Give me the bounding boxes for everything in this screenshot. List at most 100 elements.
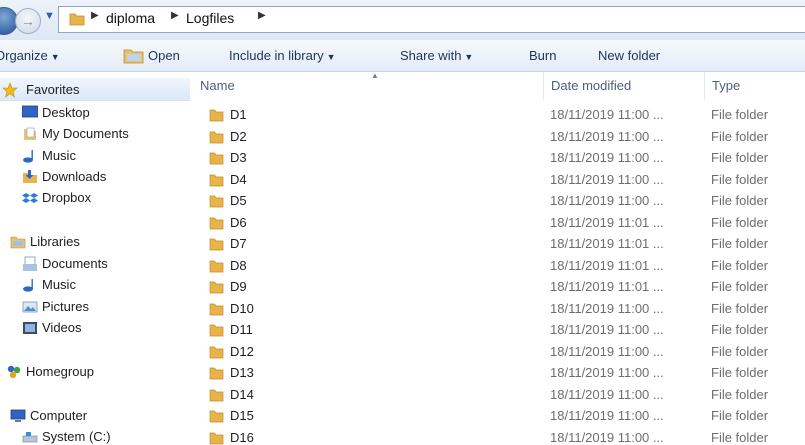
nav-dropbox-label: Dropbox bbox=[42, 190, 92, 205]
nav-libraries-label: Libraries bbox=[30, 234, 80, 249]
sort-ascending-icon: ▲ bbox=[371, 72, 379, 80]
star-icon bbox=[2, 82, 18, 98]
file-type: File folder bbox=[711, 128, 769, 144]
file-type: File folder bbox=[711, 214, 769, 230]
file-type: File folder bbox=[711, 408, 769, 423]
command-bar: Organize ▼ Open Include in library ▼ Share… bbox=[0, 40, 805, 72]
column-header-date-modified[interactable]: Date modified bbox=[551, 78, 631, 93]
folder-icon bbox=[209, 260, 224, 272]
nav-lib-videos-label: Videos bbox=[42, 320, 82, 335]
folder-icon bbox=[209, 281, 224, 294]
file-name: D12 bbox=[230, 343, 254, 359]
address-field[interactable]: ▶ diploma ▶ Logfiles ▶ bbox=[58, 6, 805, 33]
burn-button[interactable]: Burn bbox=[529, 48, 556, 63]
open-folder-icon bbox=[123, 49, 144, 64]
table-row[interactable]: D2 18/11/2019 11:00 ... File folder bbox=[192, 126, 805, 147]
file-date-modified: 18/11/2019 11:01 ... bbox=[550, 257, 664, 273]
nav-computer-label: Computer bbox=[30, 408, 88, 423]
desktop-icon bbox=[22, 105, 38, 118]
file-date-modified: 18/11/2019 11:00 ... bbox=[550, 408, 664, 423]
file-date-modified: 18/11/2019 11:00 ... bbox=[550, 429, 664, 445]
documents-icon bbox=[24, 127, 36, 140]
folder-icon bbox=[209, 432, 224, 444]
folder-icon bbox=[209, 303, 224, 315]
table-row[interactable]: D13 18/11/2019 11:00 ... File folder bbox=[192, 362, 805, 383]
nav-my-documents-label: My Documents bbox=[42, 126, 129, 141]
folder-icon bbox=[209, 367, 224, 380]
nav-lib-music-label: Music bbox=[42, 277, 76, 292]
table-row[interactable]: D3 18/11/2019 11:00 ... File folder bbox=[192, 147, 805, 168]
file-type: File folder bbox=[711, 386, 769, 402]
file-name: D8 bbox=[230, 257, 247, 273]
table-row[interactable]: D8 18/11/2019 11:01 ... File folder bbox=[192, 255, 805, 276]
folder-icon bbox=[209, 131, 224, 143]
file-date-modified: 18/11/2019 11:00 ... bbox=[550, 171, 664, 187]
column-divider[interactable] bbox=[704, 72, 705, 100]
file-name: D15 bbox=[230, 408, 254, 423]
file-date-modified: 18/11/2019 11:01 ... bbox=[550, 214, 664, 230]
file-date-modified: 18/11/2019 11:00 ... bbox=[550, 386, 664, 402]
table-row[interactable]: D14 18/11/2019 11:00 ... File folder bbox=[192, 384, 805, 405]
table-row[interactable]: D15 18/11/2019 11:00 ... File folder bbox=[192, 405, 805, 426]
table-row[interactable]: D5 18/11/2019 11:00 ... File folder bbox=[192, 190, 805, 211]
breadcrumb-logfiles[interactable]: Logfiles bbox=[186, 10, 234, 26]
file-name: D13 bbox=[230, 365, 254, 380]
documents-icon bbox=[23, 256, 37, 271]
chevron-down-icon: ▼ bbox=[326, 52, 336, 62]
recent-pages-dropdown[interactable]: ▼ bbox=[44, 10, 55, 22]
table-row[interactable]: D1 18/11/2019 11:00 ... File folder bbox=[192, 104, 805, 125]
navigation-pane: Favorites Desktop My Documents Music Dow… bbox=[0, 72, 192, 445]
file-name: D5 bbox=[230, 193, 247, 208]
file-name: D4 bbox=[230, 171, 247, 187]
file-type: File folder bbox=[711, 279, 769, 294]
file-type: File folder bbox=[711, 429, 769, 445]
drive-icon bbox=[22, 432, 38, 443]
share-with-label: Share with bbox=[400, 48, 462, 63]
organize-label: Organize bbox=[0, 48, 48, 63]
file-name: D10 bbox=[230, 300, 254, 316]
include-in-library-button[interactable]: Include in library ▼ bbox=[229, 48, 336, 63]
share-with-button[interactable]: Share with ▼ bbox=[400, 48, 473, 63]
nav-lib-pictures-label: Pictures bbox=[42, 299, 89, 314]
file-name: D1 bbox=[230, 107, 247, 122]
address-bar: → ▼ ▶ diploma ▶ Logfiles ▶ bbox=[0, 0, 805, 40]
table-row[interactable]: D10 18/11/2019 11:00 ... File folder bbox=[192, 298, 805, 319]
file-type: File folder bbox=[711, 236, 769, 251]
file-name: D7 bbox=[230, 236, 247, 251]
file-type: File folder bbox=[711, 300, 769, 316]
breadcrumb-diploma[interactable]: diploma bbox=[106, 10, 155, 26]
file-date-modified: 18/11/2019 11:01 ... bbox=[550, 236, 664, 251]
open-button[interactable]: Open bbox=[148, 48, 180, 63]
table-row[interactable]: D16 18/11/2019 11:00 ... File folder bbox=[192, 427, 805, 445]
column-header-type[interactable]: Type bbox=[712, 78, 740, 93]
table-row[interactable]: D6 18/11/2019 11:01 ... File folder bbox=[192, 212, 805, 233]
new-folder-button[interactable]: New folder bbox=[598, 48, 660, 63]
column-divider[interactable] bbox=[543, 72, 544, 100]
file-date-modified: 18/11/2019 11:00 ... bbox=[550, 193, 664, 208]
table-row[interactable]: D9 18/11/2019 11:01 ... File folder bbox=[192, 276, 805, 297]
column-header-row: ▲ Name Date modified Type bbox=[192, 72, 805, 100]
nav-desktop-label: Desktop bbox=[42, 105, 90, 120]
file-name: D3 bbox=[230, 150, 247, 165]
forward-button[interactable]: → bbox=[15, 8, 41, 34]
organize-button[interactable]: Organize ▼ bbox=[0, 48, 60, 63]
table-row[interactable]: D7 18/11/2019 11:01 ... File folder bbox=[192, 233, 805, 254]
column-header-name[interactable]: Name bbox=[200, 78, 235, 93]
folder-icon bbox=[209, 410, 224, 423]
breadcrumb-arrow-icon[interactable]: ▶ bbox=[258, 10, 266, 21]
nav-favorites-label: Favorites bbox=[26, 82, 80, 97]
music-icon bbox=[23, 150, 33, 163]
music-icon bbox=[23, 279, 33, 292]
table-row[interactable]: D12 18/11/2019 11:00 ... File folder bbox=[192, 341, 805, 362]
homegroup-icon bbox=[7, 365, 21, 379]
breadcrumb-arrow-icon[interactable]: ▶ bbox=[171, 10, 179, 21]
table-row[interactable]: D4 18/11/2019 11:00 ... File folder bbox=[192, 169, 805, 190]
file-type: File folder bbox=[711, 257, 769, 273]
breadcrumb-arrow-icon[interactable]: ▶ bbox=[91, 10, 99, 21]
file-name: D6 bbox=[230, 214, 247, 230]
table-row[interactable]: D11 18/11/2019 11:00 ... File folder bbox=[192, 319, 805, 340]
pictures-icon bbox=[22, 301, 38, 313]
file-name: D11 bbox=[230, 322, 253, 337]
folder-icon bbox=[209, 324, 224, 337]
file-name: D2 bbox=[230, 128, 247, 144]
